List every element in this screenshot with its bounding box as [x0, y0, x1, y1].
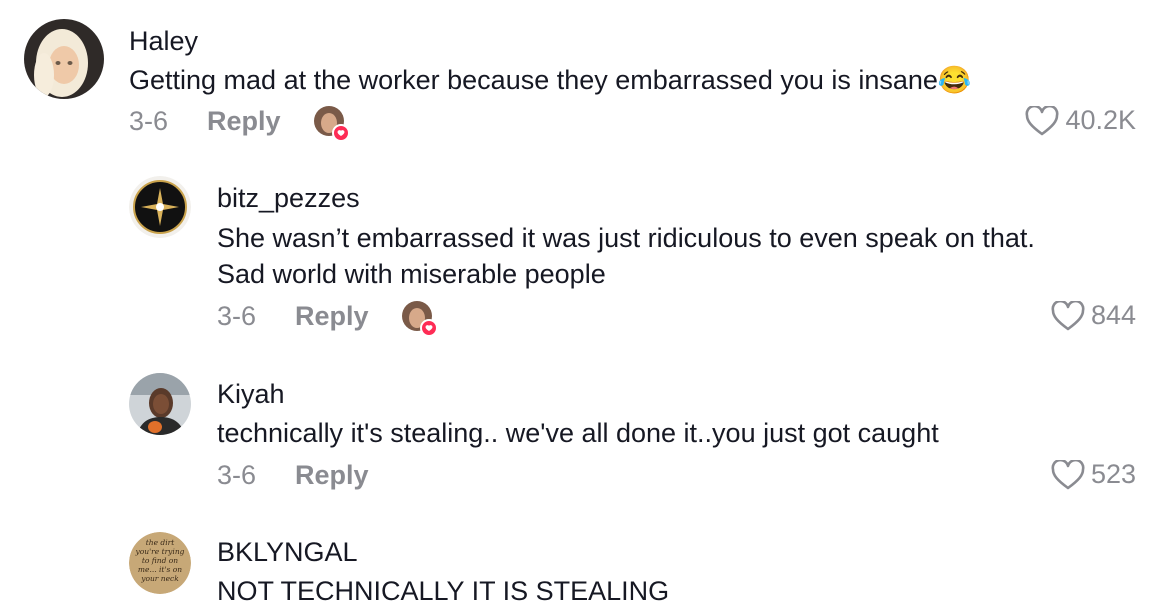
comment-text: Sad world with miserable people: [217, 259, 606, 289]
heart-outline-icon: [1025, 105, 1059, 136]
avatar-text: to find on: [142, 556, 178, 565]
like-button[interactable]: 523: [1051, 459, 1136, 490]
comment-date: 3-6: [217, 301, 257, 331]
comment-username[interactable]: Haley: [129, 26, 198, 57]
creator-liked-avatar: [314, 106, 350, 142]
reply-button[interactable]: Reply: [295, 301, 369, 332]
creator-liked-avatar: [402, 301, 438, 337]
comment-text: She wasn’t embarrassed it was just ridic…: [217, 223, 1035, 253]
avatar[interactable]: [129, 373, 191, 435]
reply-button[interactable]: Reply: [207, 106, 281, 137]
like-count: 844: [1090, 300, 1136, 330]
avatar[interactable]: [24, 19, 104, 99]
comment-username[interactable]: Kiyah: [217, 379, 285, 410]
avatar-text: the dirt: [146, 538, 175, 547]
like-count: 523: [1090, 459, 1136, 489]
heart-outline-icon: [1051, 459, 1085, 490]
comment-date: 3-6: [217, 460, 257, 490]
avatar-text: your neck: [140, 574, 179, 583]
reply-button[interactable]: Reply: [295, 460, 369, 491]
avatar[interactable]: [129, 176, 191, 238]
avatar-text: me... it's on: [138, 565, 182, 574]
like-button[interactable]: 844: [1051, 300, 1136, 331]
heart-outline-icon: [1051, 300, 1085, 331]
avatar-text: you're trying: [135, 547, 185, 556]
like-button[interactable]: 40.2K: [1025, 105, 1136, 136]
comment-text: technically it's stealing.. we've all do…: [217, 418, 939, 448]
comment-text: NOT TECHNICALLY IT IS STEALING: [217, 576, 670, 606]
comment-text: Getting mad at the worker because they e…: [129, 65, 972, 95]
avatar[interactable]: the dirt you're trying to find on me... …: [129, 532, 191, 594]
comment-username[interactable]: BKLYNGAL: [217, 537, 358, 568]
comment-date: 3-6: [129, 106, 169, 136]
comment-username[interactable]: bitz_pezzes: [217, 183, 360, 214]
like-count: 40.2K: [1065, 105, 1136, 135]
